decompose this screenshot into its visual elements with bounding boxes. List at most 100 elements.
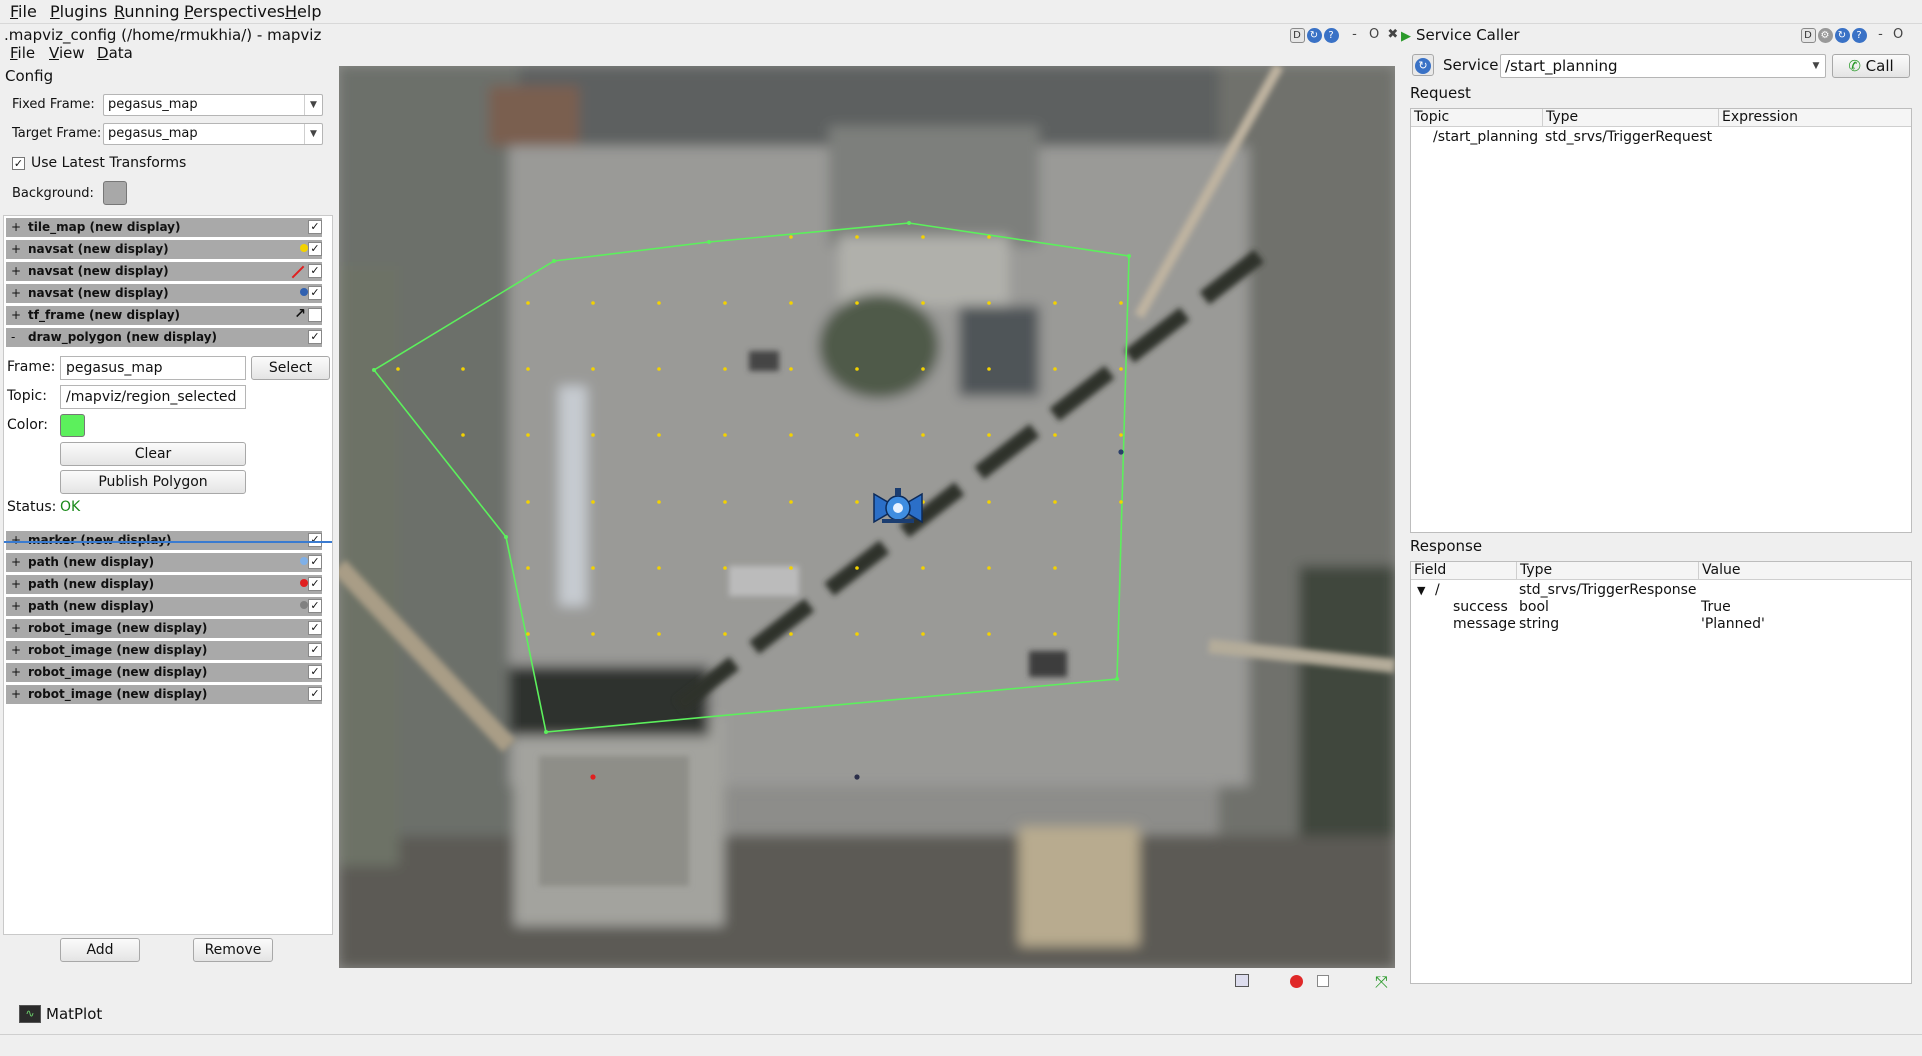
mapviz-menu-file-label: ile bbox=[17, 44, 36, 62]
expand-icon[interactable]: + bbox=[11, 533, 21, 547]
dock-float-icon[interactable]: O bbox=[1893, 27, 1904, 42]
layer-name: path (new display) bbox=[28, 555, 155, 569]
menu-help-accel: H bbox=[285, 2, 298, 21]
screenshot-icon[interactable] bbox=[1235, 974, 1249, 987]
record-icon[interactable] bbox=[1290, 975, 1303, 988]
layer-visible-checkbox[interactable]: ✓ bbox=[308, 643, 322, 657]
layer-row[interactable]: + robot_image (new display) ✓ bbox=[6, 641, 322, 660]
expand-icon[interactable]: ▼ bbox=[1417, 584, 1425, 597]
mapviz-menu-file[interactable]: File bbox=[10, 44, 35, 62]
expand-icon[interactable]: + bbox=[11, 665, 21, 679]
map-view[interactable] bbox=[339, 66, 1395, 968]
layer-row[interactable]: + robot_image (new display) ✓ bbox=[6, 685, 322, 704]
expand-icon[interactable]: + bbox=[11, 286, 21, 300]
remove-layer-button[interactable]: Remove bbox=[193, 938, 273, 962]
background-color-button[interactable] bbox=[103, 181, 127, 205]
menu-help[interactable]: Help bbox=[285, 2, 321, 21]
request-row-topic[interactable]: /start_planning bbox=[1433, 129, 1538, 145]
layer-visible-checkbox[interactable] bbox=[308, 308, 322, 322]
layer-visible-checkbox[interactable]: ✓ bbox=[308, 533, 322, 547]
collapse-icon[interactable]: - bbox=[11, 330, 15, 344]
layer-visible-checkbox[interactable]: ✓ bbox=[308, 220, 322, 234]
layer-visible-checkbox[interactable]: ✓ bbox=[308, 687, 322, 701]
matplot-label[interactable]: MatPlot bbox=[46, 1005, 102, 1023]
call-button[interactable]: ✆ Call bbox=[1832, 54, 1910, 78]
response-header-field[interactable]: Field bbox=[1411, 562, 1517, 580]
response-header-type[interactable]: Type bbox=[1517, 562, 1699, 580]
layer-visible-checkbox[interactable]: ✓ bbox=[308, 330, 322, 344]
expand-icon[interactable]: + bbox=[11, 687, 21, 701]
close-icon[interactable]: ✖ bbox=[1387, 27, 1399, 42]
stop-icon[interactable] bbox=[1317, 975, 1329, 987]
dock-d-button[interactable]: D bbox=[1801, 28, 1816, 43]
layer-row[interactable]: + navsat (new display) ✓ bbox=[6, 284, 322, 303]
layer-visible-checkbox[interactable]: ✓ bbox=[308, 264, 322, 278]
request-header-topic[interactable]: Topic bbox=[1411, 109, 1543, 127]
layer-row[interactable]: + path (new display) ✓ bbox=[6, 597, 322, 616]
layer-visible-checkbox[interactable]: ✓ bbox=[308, 665, 322, 679]
menu-perspectives[interactable]: Perspectives bbox=[184, 2, 285, 21]
layer-row[interactable]: + tile_map (new display) ✓ bbox=[6, 218, 322, 237]
refresh-icon[interactable]: ↻ bbox=[1307, 28, 1322, 43]
service-combo[interactable]: /start_planning ▼ bbox=[1500, 54, 1826, 78]
dock-d-button[interactable]: D bbox=[1290, 28, 1305, 43]
response-header-value[interactable]: Value bbox=[1699, 562, 1911, 580]
menu-running[interactable]: Running bbox=[114, 2, 180, 21]
expand-icon[interactable]: + bbox=[11, 242, 21, 256]
layer-row[interactable]: + navsat (new display) ✓ bbox=[6, 262, 322, 281]
fixed-frame-combo[interactable]: pegasus_map ▼ bbox=[103, 94, 323, 116]
chevron-down-icon[interactable]: ▼ bbox=[304, 124, 322, 144]
layer-row[interactable]: + robot_image (new display) ✓ bbox=[6, 663, 322, 682]
expand-icon[interactable]: + bbox=[11, 555, 21, 569]
expand-icon[interactable]: + bbox=[11, 621, 21, 635]
expand-icon[interactable]: + bbox=[11, 308, 21, 322]
help-icon[interactable]: ? bbox=[1324, 28, 1339, 43]
navsat-point bbox=[526, 632, 530, 636]
expand-icon[interactable]: + bbox=[11, 577, 21, 591]
layer-visible-checkbox[interactable]: ✓ bbox=[308, 286, 322, 300]
expand-icon[interactable]: + bbox=[11, 599, 21, 613]
mapviz-menu-data[interactable]: Data bbox=[97, 44, 133, 62]
map-canvas[interactable] bbox=[339, 66, 1395, 968]
polygon-topic-input[interactable]: /mapviz/region_selected bbox=[60, 385, 246, 409]
layer-visible-checkbox[interactable]: ✓ bbox=[308, 242, 322, 256]
use-latest-transforms-checkbox[interactable]: ✓ bbox=[12, 157, 25, 170]
help-icon[interactable]: ? bbox=[1852, 28, 1867, 43]
chevron-down-icon[interactable]: ▼ bbox=[1807, 55, 1825, 77]
chevron-down-icon[interactable]: ▼ bbox=[304, 95, 322, 115]
expand-icon[interactable]: + bbox=[11, 264, 21, 278]
expand-icon[interactable]: + bbox=[11, 643, 21, 657]
layer-row[interactable]: + robot_image (new display) ✓ bbox=[6, 619, 322, 638]
refresh-icon[interactable]: ↻ bbox=[1835, 28, 1850, 43]
target-frame-combo[interactable]: pegasus_map ▼ bbox=[103, 123, 323, 145]
navsat-point bbox=[526, 301, 530, 305]
layer-row[interactable]: + path (new display) ✓ bbox=[6, 575, 322, 594]
publish-polygon-button[interactable]: Publish Polygon bbox=[60, 470, 246, 494]
layer-visible-checkbox[interactable]: ✓ bbox=[308, 555, 322, 569]
mapviz-menu-view[interactable]: View bbox=[49, 44, 85, 62]
layer-row[interactable]: + path (new display) ✓ bbox=[6, 553, 322, 572]
dock-minimize-icon[interactable]: - bbox=[1878, 27, 1884, 42]
expand-icon[interactable]: + bbox=[11, 220, 21, 234]
refresh-services-button[interactable]: ↻ bbox=[1412, 54, 1434, 76]
layer-visible-checkbox[interactable]: ✓ bbox=[308, 577, 322, 591]
request-header-type[interactable]: Type bbox=[1543, 109, 1719, 127]
add-layer-button[interactable]: Add bbox=[60, 938, 140, 962]
polygon-clear-button[interactable]: Clear bbox=[60, 442, 246, 466]
dock-minimize-icon[interactable]: - bbox=[1352, 27, 1358, 42]
layer-visible-checkbox[interactable]: ✓ bbox=[308, 599, 322, 613]
polygon-color-button[interactable] bbox=[60, 414, 85, 437]
layer-visible-checkbox[interactable]: ✓ bbox=[308, 621, 322, 635]
polygon-frame-input[interactable]: pegasus_map bbox=[60, 356, 246, 380]
layer-row[interactable]: + tf_frame (new display) ↗ bbox=[6, 306, 322, 325]
fit-view-icon[interactable]: ⤧ bbox=[1375, 972, 1388, 992]
menu-file[interactable]: File bbox=[10, 2, 37, 21]
layer-row[interactable]: + navsat (new display) ✓ bbox=[6, 240, 322, 259]
layer-row[interactable]: - draw_polygon (new display) ✓ bbox=[6, 328, 322, 347]
request-header-expression[interactable]: Expression bbox=[1719, 109, 1911, 127]
polygon-select-button[interactable]: Select bbox=[251, 356, 330, 380]
gear-icon[interactable]: ⚙ bbox=[1818, 28, 1833, 43]
dock-float-icon[interactable]: O bbox=[1369, 27, 1380, 42]
menu-plugins[interactable]: Plugins bbox=[50, 2, 107, 21]
response-row-field: message bbox=[1453, 616, 1516, 632]
